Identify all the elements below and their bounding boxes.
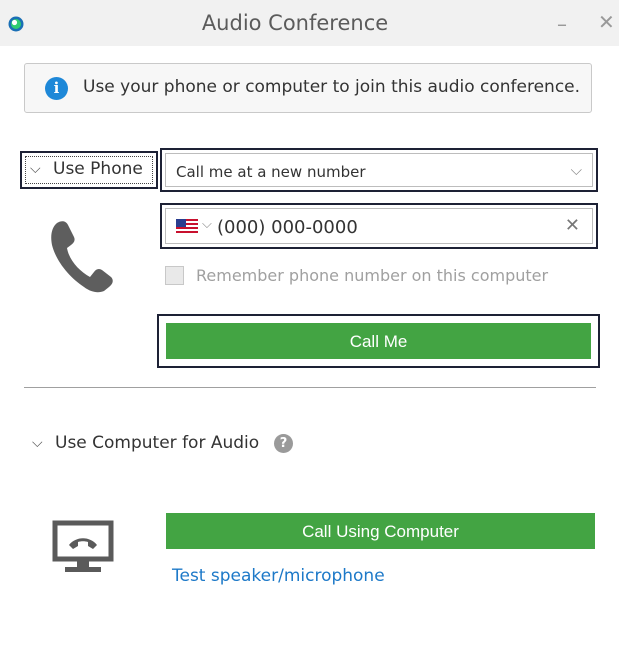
clear-icon[interactable]: ✕ [565,215,580,236]
call-option-value: Call me at a new number [176,163,366,181]
minimize-button[interactable]: – [557,12,567,36]
call-using-computer-button[interactable]: Call Using Computer [166,513,595,549]
help-icon[interactable]: ? [274,434,293,453]
title-bar: Audio Conference – ✕ [0,0,619,46]
call-me-focus: Call Me [157,314,600,368]
us-flag-icon[interactable] [176,219,198,233]
country-chevron-icon[interactable]: ⌵ [202,217,212,232]
chevron-down-icon: ⌵ [30,161,41,177]
use-phone-label: Use Phone [53,159,143,179]
call-me-button[interactable]: Call Me [166,323,591,359]
chevron-down-icon: ⌵ [570,161,582,179]
computer-audio-icon [52,520,114,572]
input-box: ⌵ ✕ [165,208,593,244]
info-banner: i Use your phone or computer to join thi… [24,63,592,113]
use-computer-label: Use Computer for Audio [55,433,260,453]
remember-label: Remember phone number on this computer [196,266,549,285]
remember-checkbox[interactable] [165,266,184,285]
phone-number-input[interactable] [217,214,537,240]
phone-number-field: ⌵ ✕ [160,203,598,249]
select-box: Call me at a new number ⌵ [165,153,593,187]
window-title: Audio Conference [201,11,389,35]
test-speaker-microphone-link[interactable]: Test speaker/microphone [172,566,385,586]
info-text: Use your phone or computer to join this … [83,77,581,97]
chevron-down-icon: ⌵ [32,435,43,451]
phone-handset-icon [51,221,113,293]
close-button[interactable]: ✕ [598,10,615,34]
use-phone-toggle[interactable]: ⌵ Use Phone [20,151,158,189]
call-option-select[interactable]: Call me at a new number ⌵ [160,148,598,192]
section-divider [24,387,596,388]
info-icon: i [45,77,68,100]
